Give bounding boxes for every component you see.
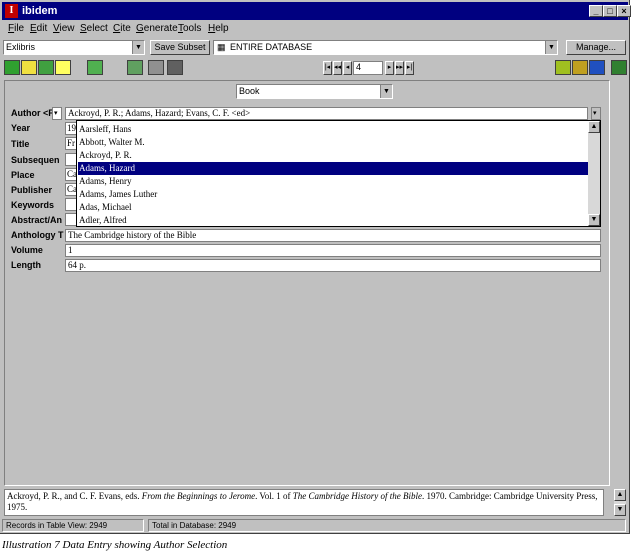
scroll-down-icon[interactable]: ▼ (588, 214, 600, 226)
record-type-value: Book (239, 86, 260, 96)
prev-page-button[interactable]: ◂◂ (333, 61, 342, 75)
style-select[interactable]: Exlibris ▼ (3, 40, 145, 55)
title-label: Title (11, 139, 30, 149)
author-option[interactable]: Aarsleff, Hans (78, 123, 588, 136)
status-bar: Records in Table View: 2949 Total in Dat… (2, 519, 628, 532)
record-type-select[interactable]: Book ▼ (236, 84, 393, 99)
menu-generate[interactable]: Generate (136, 23, 178, 34)
view-form-icon[interactable] (4, 60, 20, 75)
settings-icon[interactable] (572, 60, 588, 75)
edit-record-icon[interactable] (127, 60, 143, 75)
anthology-title-label: Anthology T (11, 230, 64, 240)
first-record-button[interactable]: |◂ (323, 61, 332, 75)
citation-preview: Ackroyd, P. R., and C. F. Evans, eds. Fr… (4, 489, 604, 516)
subsequent-label: Subsequen (11, 155, 60, 165)
app-icon[interactable]: I (5, 4, 18, 18)
author-list-scrollbar[interactable]: ▲ ▼ (588, 121, 600, 226)
manage-button[interactable]: Manage... (566, 40, 626, 55)
author-option[interactable]: Ackroyd, P. R. (78, 149, 588, 162)
minimize-button[interactable]: _ (589, 5, 603, 17)
figure-caption: Illustration 7 Data Entry showing Author… (2, 539, 228, 551)
menu-tools[interactable]: Tools (178, 23, 201, 34)
chevron-down-icon[interactable]: ▼ (132, 41, 144, 54)
place-label: Place (11, 170, 35, 180)
search-icon[interactable] (148, 60, 164, 75)
save-record-icon[interactable] (87, 60, 103, 75)
year-label: Year (11, 123, 31, 133)
author-field[interactable]: Ackroyd, P. R.; Adams, Hazard; Evans, C.… (65, 107, 588, 120)
scroll-up-icon[interactable]: ▲ (588, 121, 600, 133)
scroll-down-icon[interactable]: ▼ (614, 504, 626, 516)
tools-icon[interactable] (555, 60, 571, 75)
menu-help[interactable]: Help (208, 23, 229, 34)
database-select[interactable]: ▦ ENTIRE DATABASE ▼ (213, 40, 558, 55)
author-option[interactable]: Adams, James Luther (78, 188, 588, 201)
menu-file[interactable]: File (8, 23, 24, 34)
save-subset-button[interactable]: Save Subset (150, 40, 210, 55)
maximize-button[interactable]: □ (603, 5, 617, 17)
menu-edit[interactable]: Edit (30, 23, 47, 34)
publisher-label: Publisher (11, 185, 53, 195)
author-label: Author <F (11, 108, 53, 118)
next-page-button[interactable]: ▸▸ (395, 61, 404, 75)
find-icon[interactable] (167, 60, 183, 75)
volume-label: Volume (11, 245, 43, 255)
next-record-button[interactable]: ▸ (385, 61, 394, 75)
view-blank-icon[interactable] (55, 60, 71, 75)
menu-cite[interactable]: Cite (113, 23, 131, 34)
total-in-database-status: Total in Database: 2949 (148, 519, 626, 532)
view-card-icon[interactable] (21, 60, 37, 75)
chevron-down-icon[interactable]: ▼ (380, 85, 392, 98)
prev-record-button[interactable]: ◂ (343, 61, 352, 75)
last-record-button[interactable]: ▸| (405, 61, 414, 75)
menu-select[interactable]: Select (80, 23, 108, 34)
length-label: Length (11, 260, 41, 270)
record-number-input[interactable]: 4 (353, 61, 383, 75)
author-dropdown-button[interactable]: ▾ (591, 107, 601, 120)
author-option[interactable]: Adams, Henry (78, 175, 588, 188)
length-field[interactable]: 64 p. (65, 259, 601, 272)
exit-icon[interactable] (611, 60, 627, 75)
database-icon: ▦ (217, 42, 226, 52)
keywords-label: Keywords (11, 200, 55, 210)
anthology-title-field[interactable]: The Cambridge history of the Bible (65, 229, 601, 242)
close-button[interactable]: × (617, 5, 631, 17)
application-window: I ibidem _ □ × File Edit View Select Cit… (0, 0, 631, 534)
export-icon[interactable] (589, 60, 605, 75)
author-option[interactable]: Adler, Alfred (78, 214, 588, 227)
author-option[interactable]: Adas, Michael (78, 201, 588, 214)
records-in-view-status: Records in Table View: 2949 (2, 519, 144, 532)
abstract-label: Abstract/An (11, 215, 63, 225)
scroll-up-icon[interactable]: ▲ (614, 489, 626, 501)
window-title: ibidem (22, 5, 58, 17)
style-select-value: Exlibris (6, 42, 36, 52)
author-option[interactable]: Abbott, Walter M. (78, 136, 588, 149)
citation-scrollbar[interactable]: ▲ ▼ (614, 489, 626, 516)
database-select-value: ENTIRE DATABASE (230, 42, 313, 52)
chevron-down-icon[interactable]: ▼ (545, 41, 557, 54)
view-list-icon[interactable] (38, 60, 54, 75)
author-dropdown-list[interactable]: Aarsleff, Hans Abbott, Walter M. Ackroyd… (76, 120, 601, 227)
author-option-selected[interactable]: Adams, Hazard (78, 162, 588, 175)
menu-bar: File Edit View Select Cite Generate Tool… (2, 21, 628, 37)
author-role-select[interactable]: ▾ (52, 107, 62, 120)
volume-field[interactable]: 1 (65, 244, 601, 257)
title-bar[interactable]: I ibidem _ □ × (2, 2, 631, 20)
menu-view[interactable]: View (53, 23, 75, 34)
